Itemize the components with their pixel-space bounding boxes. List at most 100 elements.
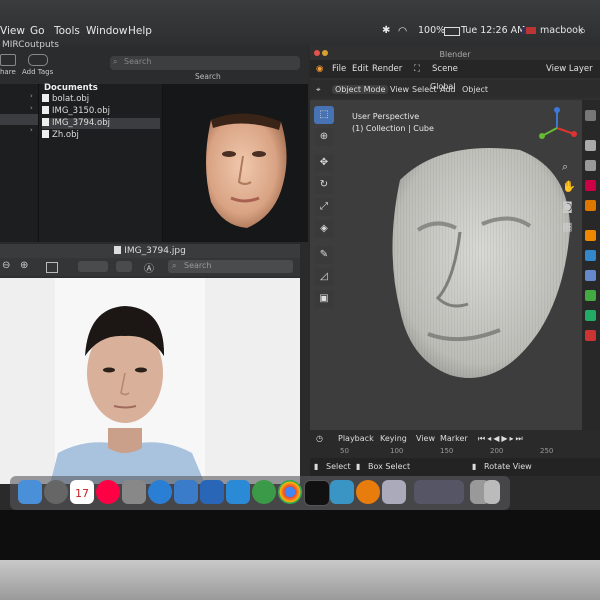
grid-view-icon[interactable]: ▦ (562, 220, 572, 233)
camera-icon[interactable]: ◙ (562, 200, 573, 213)
timeline-editor-icon[interactable]: ◷ (316, 434, 323, 443)
chrome-app-icon[interactable] (278, 480, 302, 504)
file-item[interactable]: IMG_3150.obj (42, 106, 160, 117)
cursor-tool-icon[interactable]: ⊕ (314, 128, 334, 146)
keynote-app-icon[interactable] (174, 480, 198, 504)
preview-app-icon[interactable] (382, 480, 406, 504)
battery-icon (444, 27, 460, 36)
search-icon: ⌕ (113, 57, 118, 66)
rotate-icon[interactable] (116, 261, 132, 272)
preview-search-input[interactable]: ⌕ Search (168, 260, 293, 273)
zoom-out-icon[interactable]: ⊖ (2, 260, 10, 271)
system-preferences-icon[interactable] (122, 480, 146, 504)
finder-title: MIRCoutputs (2, 40, 59, 50)
rotate-tool-icon[interactable]: ↻ (314, 176, 334, 194)
close-window-icon[interactable] (314, 50, 320, 56)
tag-icon[interactable] (28, 54, 48, 66)
user-name[interactable]: macbook (540, 25, 583, 36)
modifier-properties-icon[interactable] (585, 250, 596, 261)
search-icon[interactable]: ⌕ (580, 25, 586, 38)
menu-help[interactable]: Help (128, 25, 152, 37)
transform-tool-icon[interactable]: ◈ (314, 220, 334, 238)
timeline-marker[interactable]: Marker (440, 434, 468, 443)
pan-hand-icon[interactable]: ✋ (562, 180, 576, 193)
playback-controls-icon[interactable]: ⏮◂◀▶▸⏭ (478, 434, 525, 444)
share-label[interactable]: hare (0, 68, 16, 76)
world-properties-icon[interactable] (585, 200, 596, 211)
render-properties-icon[interactable] (585, 140, 596, 151)
bluetooth-icon[interactable]: ✱ (382, 25, 390, 36)
transform-orientation[interactable]: Global (430, 82, 456, 91)
file-item[interactable]: Zh.obj (42, 130, 160, 141)
clock[interactable]: Tue 12:26 AM (461, 25, 525, 36)
physics-properties-icon[interactable] (585, 270, 596, 281)
battery-percent[interactable]: 100% (418, 25, 445, 36)
data-properties-icon[interactable] (585, 310, 596, 321)
output-properties-icon[interactable] (585, 160, 596, 171)
markup-pen-icon[interactable]: Ⓐ (144, 260, 154, 275)
vscode-app-icon[interactable] (330, 480, 354, 504)
3d-viewport[interactable]: User Perspective (1) Collection | Cube ⬚… (310, 100, 582, 430)
menu-window[interactable]: Window (86, 25, 127, 37)
minimize-window-icon[interactable] (322, 50, 328, 56)
material-properties-icon[interactable] (585, 330, 596, 341)
menu-view[interactable]: View (0, 25, 25, 37)
header-view[interactable]: View (390, 85, 409, 94)
scale-tool-icon[interactable]: ⤢ (314, 198, 334, 216)
measure-tool-icon[interactable]: ◿ (314, 268, 334, 286)
timeline-playback[interactable]: Playback (338, 434, 374, 443)
file-item[interactable]: bolat.obj (42, 94, 160, 105)
safari-app-icon[interactable] (148, 480, 172, 504)
share-icon[interactable] (0, 54, 16, 66)
finder-column-sidebar[interactable]: › › › (0, 84, 39, 242)
markup-icon[interactable] (78, 261, 108, 272)
zoom-in-icon[interactable]: ⊕ (20, 260, 28, 271)
zoom-icon[interactable]: ⌕ (562, 160, 568, 174)
music-app-icon[interactable] (96, 480, 120, 504)
timeline-keying[interactable]: Keying (380, 434, 407, 443)
xcode-app-icon[interactable] (226, 480, 250, 504)
maps-app-icon[interactable] (252, 480, 276, 504)
share-icon[interactable] (46, 262, 58, 273)
scene-selector[interactable]: Scene (432, 64, 458, 74)
menu-edit[interactable]: Edit (352, 64, 368, 74)
timeline-view[interactable]: View (416, 434, 435, 443)
menu-file[interactable]: File (332, 64, 346, 74)
add-cube-tool-icon[interactable]: ▣ (314, 290, 334, 308)
window-thumbnail[interactable] (414, 480, 464, 504)
blender-logo-icon[interactable]: ◉ (316, 64, 323, 74)
finder-app-icon[interactable] (18, 480, 42, 504)
constraint-properties-icon[interactable] (585, 290, 596, 301)
view-layer-selector[interactable]: View Layer (546, 64, 593, 74)
menu-tools[interactable]: Tools (54, 25, 80, 37)
menu-go[interactable]: Go (30, 25, 45, 37)
annotate-tool-icon[interactable]: ✎ (314, 246, 334, 264)
finder-search-input[interactable]: ⌕ Search (110, 56, 300, 70)
navigation-gizmo[interactable] (534, 106, 580, 146)
select-box-tool-icon[interactable]: ⬚ (314, 106, 334, 124)
flag-icon[interactable] (522, 27, 536, 34)
add-tags-label[interactable]: Add Tags (22, 68, 53, 76)
object-properties-icon[interactable] (585, 230, 596, 241)
sidebar-selected-row[interactable] (0, 114, 38, 125)
mode-selector[interactable]: Object Mode (332, 85, 389, 94)
editor-type-icon[interactable]: ⌖ (316, 85, 321, 95)
status-select: Select (326, 462, 351, 471)
blender-app-icon[interactable] (356, 480, 380, 504)
preview-window: IMG_3794.jpg ⊖ ⊕ Ⓐ ⌕ Search (0, 244, 300, 484)
chevron-right-icon: › (30, 104, 33, 112)
move-tool-icon[interactable]: ✥ (314, 154, 334, 172)
terminal-app-icon[interactable] (304, 480, 330, 506)
trash-icon[interactable] (484, 480, 500, 504)
tool-shelf: ⬚ ⊕ ✥ ↻ ⤢ ◈ ✎ ◿ ▣ (314, 106, 334, 340)
menu-render[interactable]: Render (372, 64, 402, 74)
3d-face-mesh[interactable] (370, 120, 580, 410)
header-object[interactable]: Object (462, 85, 488, 94)
app-store-icon[interactable] (200, 480, 224, 504)
file-item-selected[interactable]: IMG_3794.obj (42, 118, 160, 129)
calendar-app-icon[interactable]: 17 (70, 480, 94, 504)
launchpad-app-icon[interactable] (44, 480, 68, 504)
scene-properties-icon[interactable] (585, 180, 596, 191)
tool-properties-icon[interactable] (585, 110, 596, 121)
wifi-icon[interactable]: ◠ (398, 25, 407, 37)
